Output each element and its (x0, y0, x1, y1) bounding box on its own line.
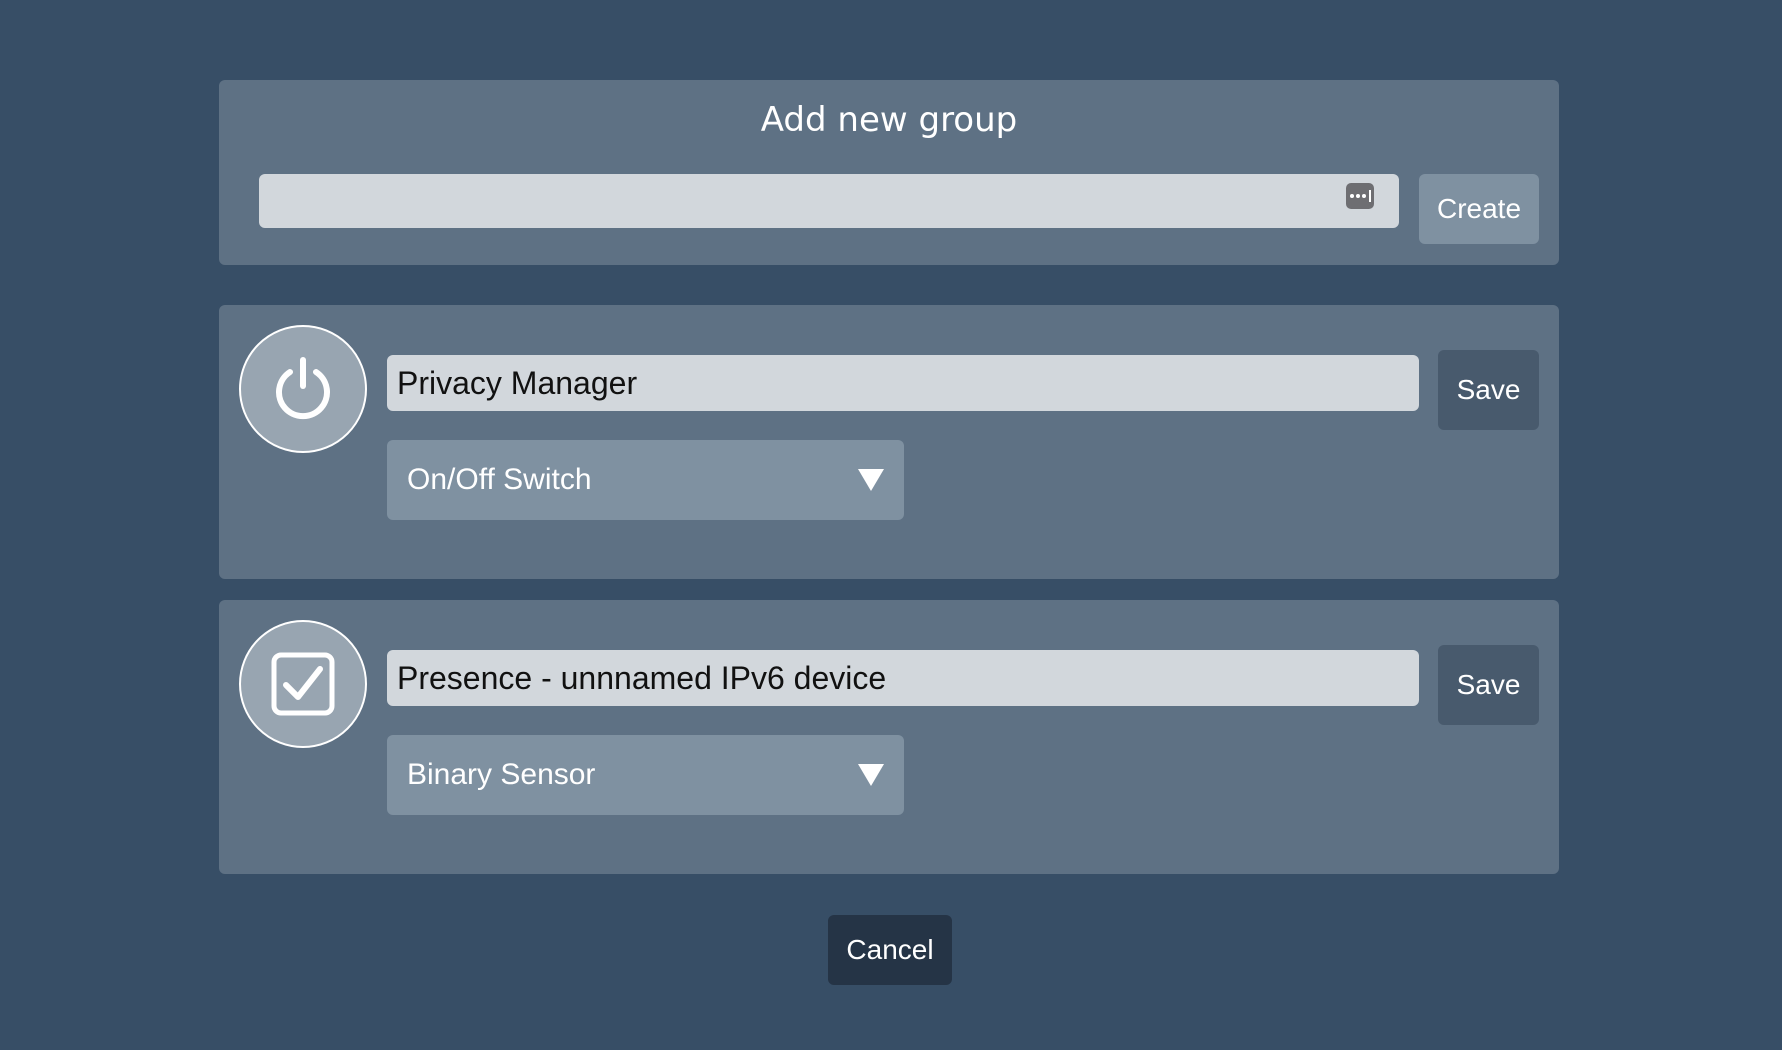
panel-title: Add new group (760, 100, 1018, 140)
cancel-button[interactable]: Cancel (828, 915, 952, 985)
group-card: Save Binary Sensor (219, 600, 1559, 874)
checkbox-icon (271, 652, 335, 716)
group-name-input[interactable] (387, 355, 1419, 411)
power-icon (276, 357, 330, 420)
group-thumbnail[interactable] (239, 325, 367, 453)
chevron-down-icon (858, 764, 884, 786)
group-card: Save On/Off Switch (219, 305, 1559, 579)
group-type-select[interactable]: Binary Sensor (387, 735, 904, 815)
group-type-select[interactable]: On/Off Switch (387, 440, 904, 520)
group-type-value: Binary Sensor (407, 758, 596, 791)
password-manager-icon[interactable] (1346, 183, 1374, 209)
group-type-value: On/Off Switch (407, 463, 592, 496)
chevron-down-icon (858, 469, 884, 491)
group-name-input[interactable] (387, 650, 1419, 706)
save-button[interactable]: Save (1438, 350, 1539, 430)
add-group-panel: Add new group Create (219, 80, 1559, 265)
create-button[interactable]: Create (1419, 174, 1539, 244)
save-button[interactable]: Save (1438, 645, 1539, 725)
new-group-name-input[interactable] (259, 174, 1399, 228)
group-thumbnail[interactable] (239, 620, 367, 748)
